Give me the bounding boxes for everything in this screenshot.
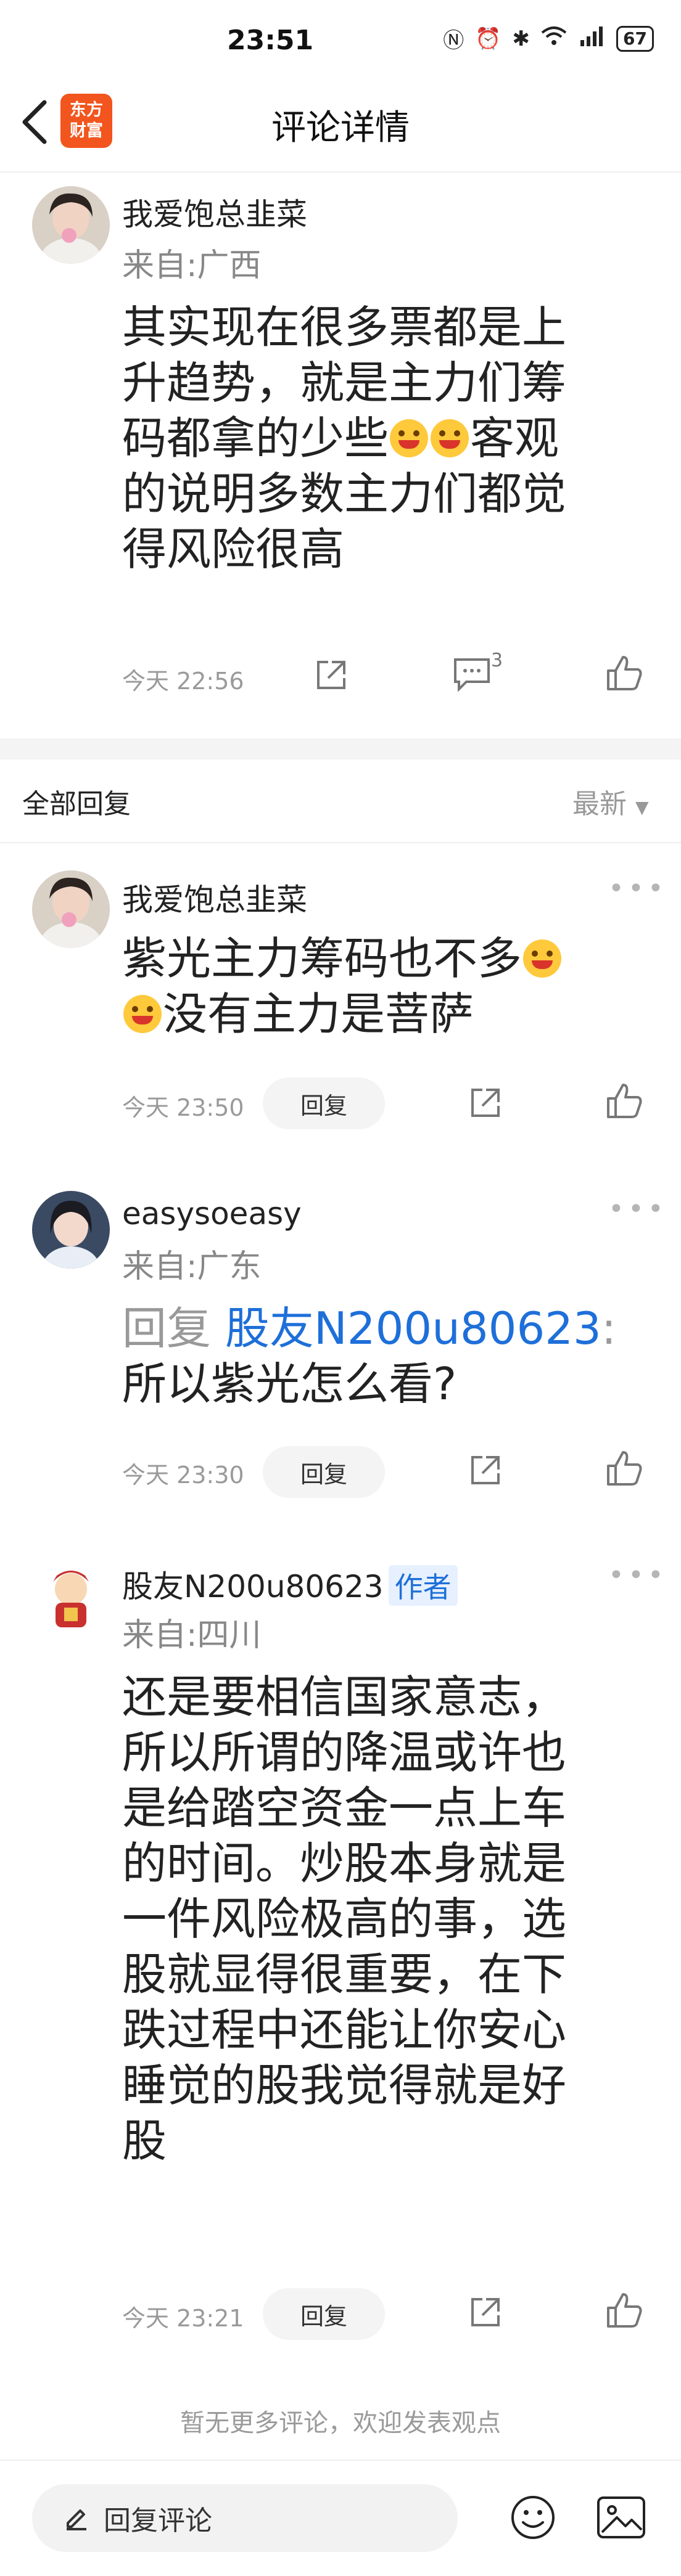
status-time: 23:51 xyxy=(227,25,314,56)
reply-location: 来自:广东 xyxy=(122,1248,262,1285)
emoji-picker-icon[interactable] xyxy=(510,2494,556,2543)
avatar[interactable] xyxy=(32,870,110,948)
reply-line: 的时间。炒股本身就是 xyxy=(122,1838,567,1889)
reply-to-link[interactable]: 股友N200u80623 xyxy=(225,1302,601,1354)
reply-line: 没有主力是菩萨 xyxy=(122,986,665,1042)
reply-content: 回复 股友N200u80623: 所以紫光怎么看? xyxy=(122,1301,665,1412)
comment-line: 码都拿的少些 客观 xyxy=(122,411,665,466)
replies-header-title: 全部回复 xyxy=(22,788,131,820)
author-badge: 作者 xyxy=(388,1565,458,1606)
more-options-icon[interactable]: ••• xyxy=(608,1193,667,1225)
avatar[interactable] xyxy=(32,186,110,264)
share-icon[interactable] xyxy=(313,657,349,695)
comment-line: 得风险很高 xyxy=(122,523,345,575)
battery-icon: 67 xyxy=(616,25,654,52)
reply-line: 紫光主力筹码也不多 xyxy=(122,931,665,986)
like-icon[interactable] xyxy=(606,655,643,694)
comment-text: 客观 xyxy=(470,412,559,464)
share-icon[interactable] xyxy=(468,1452,503,1490)
share-icon[interactable] xyxy=(468,1085,503,1123)
comment-count: 3 xyxy=(491,650,503,671)
comment-location: 来自:广西 xyxy=(122,247,262,284)
reply-username[interactable]: 股友N200u80623 作者 xyxy=(122,1562,458,1606)
comment-line: 的说明多数主力们都觉 xyxy=(122,468,567,520)
reply-button[interactable]: 回复 xyxy=(263,1077,385,1129)
reply-button[interactable]: 回复 xyxy=(263,1446,385,1498)
like-icon[interactable] xyxy=(606,1082,643,1122)
reply-line: 一件风险极高的事，选 xyxy=(122,1893,567,1945)
nfc-icon: Ⓝ xyxy=(443,28,464,53)
reply-time: 今天 23:21 xyxy=(122,2305,244,2332)
signal-5g-icon xyxy=(578,25,605,52)
reply-content: 还是要相信国家意志， 所以所谓的降温或许也 是给踏空资金一点上车 的时间。炒股本… xyxy=(122,1669,665,2169)
sort-dropdown[interactable]: 最新 ▼ xyxy=(572,782,649,821)
reply-line: 还是要相信国家意志， xyxy=(122,1671,567,1723)
share-icon[interactable] xyxy=(468,2294,503,2333)
sort-label: 最新 xyxy=(572,788,627,820)
reply-line: 股就显得很重要，在下 xyxy=(122,1948,567,2000)
section-separator xyxy=(0,738,681,759)
divider xyxy=(0,842,681,843)
nav-divider xyxy=(0,171,681,173)
reply-comment-input[interactable]: 回复评论 xyxy=(32,2484,458,2552)
image-upload-icon[interactable] xyxy=(596,2495,646,2542)
laugh-emoji-icon xyxy=(523,939,562,978)
reply-time: 今天 23:30 xyxy=(122,1462,244,1489)
reply-line: 所以所谓的降温或许也 xyxy=(122,1727,567,1778)
reply-line: 是给踏空资金一点上车 xyxy=(122,1782,567,1834)
grin-emoji-icon xyxy=(431,419,469,457)
comment-username[interactable]: 我爱饱总韭菜 xyxy=(122,190,307,234)
smile-emoji-icon xyxy=(390,419,429,457)
comment-line: 升趋势，就是主力们筹 xyxy=(122,357,567,409)
reply-location: 来自:四川 xyxy=(122,1617,262,1654)
no-more-comments-note: 暂无更多评论，欢迎发表观点 xyxy=(180,2409,501,2437)
more-options-icon[interactable]: ••• xyxy=(608,1560,667,1591)
reply-username[interactable]: 我爱饱总韭菜 xyxy=(122,875,307,920)
page-title: 评论详情 xyxy=(271,108,410,148)
comment-content: 其实现在很多票都是上 升趋势，就是主力们筹 码都拿的少些 客观 的说明多数主力们都… xyxy=(122,300,665,577)
reply-time: 今天 23:50 xyxy=(122,1094,244,1121)
reply-text: 没有主力是菩萨 xyxy=(163,988,474,1040)
reply-line: 跌过程中还能让你安心 xyxy=(122,2004,567,2056)
reply-line: 回复 股友N200u80623: xyxy=(122,1301,665,1356)
reply-line: 睡觉的股我觉得就是好 xyxy=(122,2059,567,2111)
triangle-down-icon: ▼ xyxy=(635,797,649,817)
more-options-icon[interactable]: ••• xyxy=(608,873,667,904)
bluetooth-icon: ✱ xyxy=(512,26,530,51)
reply-prefix: 回复 xyxy=(122,1302,212,1354)
status-icons: Ⓝ ⏰ ✱ 67 xyxy=(443,23,654,54)
reply-content: 紫光主力筹码也不多 没有主力是菩萨 xyxy=(122,931,665,1042)
reply-line: 股 xyxy=(122,2115,167,2167)
username-text: 股友N200u80623 xyxy=(122,1569,384,1605)
reply-button[interactable]: 回复 xyxy=(263,2288,385,2340)
pencil-icon xyxy=(62,2502,91,2534)
reply-username[interactable]: easysoeasy xyxy=(122,1196,302,1232)
like-icon[interactable] xyxy=(606,2292,643,2331)
avatar[interactable] xyxy=(32,1191,110,1269)
reply-line: 所以紫光怎么看? xyxy=(122,1358,457,1410)
like-icon[interactable] xyxy=(606,1450,643,1489)
smile-emoji-icon xyxy=(123,995,162,1033)
reply-text: 紫光主力筹码也不多 xyxy=(122,933,522,984)
comment-line: 其实现在很多票都是上 xyxy=(122,301,567,353)
alarm-icon: ⏰ xyxy=(475,26,501,51)
avatar[interactable] xyxy=(32,1557,110,1635)
reply-input-placeholder: 回复评论 xyxy=(104,2505,212,2537)
comment-icon[interactable] xyxy=(453,656,491,694)
comment-time: 今天 22:56 xyxy=(122,668,244,695)
reply-colon: : xyxy=(601,1302,617,1354)
comment-text: 码都拿的少些 xyxy=(122,412,389,464)
wifi-icon xyxy=(541,25,567,52)
